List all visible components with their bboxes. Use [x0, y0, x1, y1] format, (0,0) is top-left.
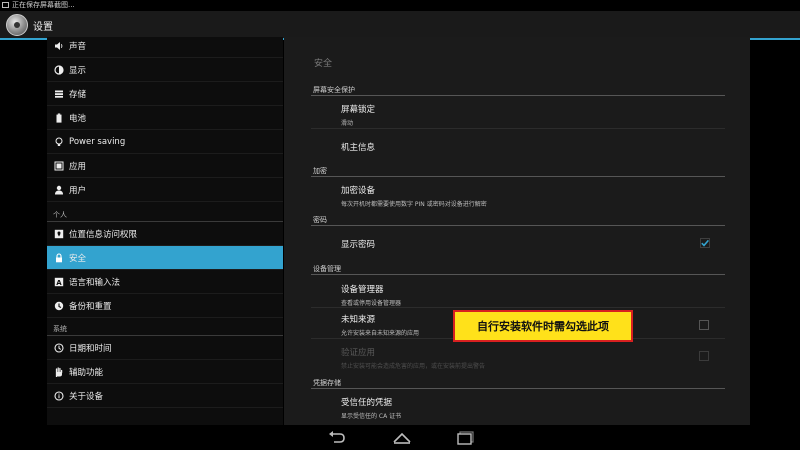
pref-title: 未知来源	[341, 315, 376, 325]
navigation-bar	[0, 425, 800, 450]
sidebar-item-label: 位置信息访问权限	[69, 229, 138, 240]
status-bar: 正在保存屏幕截图...	[0, 0, 800, 11]
divider	[311, 274, 725, 275]
divider	[311, 225, 725, 226]
home-icon[interactable]	[392, 431, 412, 445]
brightness-icon	[54, 64, 64, 75]
pref-title: 加密设备	[341, 186, 376, 196]
section-header-screen-security: 屏幕安全保护	[313, 86, 355, 94]
sidebar-item-label: 备份和重置	[69, 301, 112, 312]
pref-owner-info[interactable]: 机主信息	[341, 141, 375, 153]
pref-screen-lock[interactable]: 屏幕锁定 滑动	[341, 103, 375, 127]
sidebar-item-backup[interactable]: 备份和重置	[47, 294, 283, 318]
sidebar-item-sound[interactable]: 声音	[47, 37, 283, 58]
pref-title: 受信任的凭据	[341, 398, 393, 408]
settings-app-icon[interactable]	[6, 14, 28, 36]
sidebar-item-label: 辅助功能	[69, 367, 104, 378]
panel-title: 安全	[314, 59, 333, 69]
pref-summary: 允许安装来自未知来源的应用	[341, 330, 420, 337]
location-icon	[54, 229, 64, 239]
pref-encrypt-device[interactable]: 加密设备 每次开机时都需要使用数字 PIN 或密码对设备进行解密	[341, 184, 487, 208]
hand-icon	[54, 366, 64, 377]
back-icon[interactable]	[326, 431, 346, 445]
section-header-encryption: 加密	[313, 167, 327, 175]
divider	[311, 95, 725, 96]
pref-summary: 每次开机时都需要使用数字 PIN 或密码对设备进行解密	[341, 201, 487, 208]
pref-title: 机主信息	[341, 143, 376, 153]
apps-icon	[54, 161, 64, 171]
bulb-icon	[54, 137, 64, 147]
divider	[311, 176, 725, 177]
sidebar-item-label: 日期和时间	[69, 343, 112, 354]
screenshot-icon	[2, 2, 9, 8]
status-notification: 正在保存屏幕截图...	[12, 1, 75, 9]
clock-icon	[54, 342, 64, 353]
sidebar-item-label: 声音	[69, 41, 87, 52]
sidebar-item-users[interactable]: 用户	[47, 178, 283, 202]
section-header-personal: 个人	[53, 211, 67, 219]
recents-icon[interactable]	[456, 431, 476, 445]
show-password-checkbox[interactable]	[700, 238, 710, 248]
sidebar-item-label: 存储	[69, 89, 87, 100]
sidebar-item-label: 显示	[69, 65, 87, 76]
security-settings-panel: 安全 屏幕安全保护 屏幕锁定 滑动 机主信息 加密 加密设备 每次开机时都需要使…	[284, 37, 750, 425]
sidebar-item-label: 语言和输入法	[69, 277, 121, 288]
sidebar-item-label: 应用	[69, 161, 87, 172]
pref-device-admins[interactable]: 设备管理器 查看或停用设备管理器	[341, 283, 401, 307]
pref-show-password[interactable]: 显示密码	[341, 238, 375, 250]
divider	[311, 128, 725, 129]
lock-icon	[54, 252, 64, 263]
divider	[311, 307, 725, 308]
pref-summary: 禁止安装可能会造成危害的应用，或在安装前提出警告	[341, 363, 486, 370]
backup-icon	[54, 301, 64, 311]
pref-unknown-sources[interactable]: 未知来源 允许安装来自未知来源的应用	[341, 313, 419, 337]
volume-icon	[54, 41, 64, 51]
unknown-sources-checkbox[interactable]	[699, 320, 709, 330]
storage-icon	[54, 89, 64, 99]
pref-trusted-credentials[interactable]: 受信任的凭据 显示受信任的 CA 证书	[341, 396, 401, 420]
pref-summary: 查看或停用设备管理器	[341, 300, 402, 307]
pref-summary: 显示受信任的 CA 证书	[341, 413, 402, 420]
sidebar-item-display[interactable]: 显示	[47, 58, 283, 82]
annotation-callout: 自行安装软件时需勾选此项	[453, 310, 633, 342]
section-header-device-admin: 设备管理	[313, 265, 341, 273]
action-bar: 设置	[0, 11, 800, 40]
pref-title: 设备管理器	[341, 285, 384, 295]
pref-verify-apps: 验证应用 禁止安装可能会造成危害的应用，或在安装前提出警告	[341, 346, 485, 370]
pref-title: 验证应用	[341, 348, 376, 358]
language-icon: A	[54, 277, 64, 287]
info-icon	[54, 390, 64, 401]
divider	[311, 388, 725, 389]
sidebar-item-language[interactable]: A 语言和输入法	[47, 270, 283, 294]
pref-summary: 滑动	[341, 120, 354, 127]
sidebar-item-about[interactable]: 关于设备	[47, 384, 283, 408]
sidebar-item-label: 电池	[69, 113, 87, 124]
sidebar-item-date-time[interactable]: 日期和时间	[47, 336, 283, 360]
verify-apps-checkbox	[699, 351, 709, 361]
sidebar-item-label: 关于设备	[69, 391, 104, 402]
pref-title: 屏幕锁定	[341, 105, 376, 115]
sidebar-item-security[interactable]: 安全	[47, 246, 283, 270]
page-title: 设置	[33, 22, 53, 33]
settings-sidebar: 声音 显示 存储 电池 Power saving 应用 用户 个人 位置信息访问…	[47, 37, 283, 425]
section-header-system: 系统	[53, 325, 67, 333]
sidebar-item-label: 安全	[69, 253, 87, 264]
section-header-credential-storage: 凭据存储	[313, 379, 341, 387]
sidebar-item-power-saving[interactable]: Power saving	[47, 130, 283, 154]
sidebar-item-label: Power saving	[69, 136, 126, 147]
section-header-passwords: 密码	[313, 216, 327, 224]
svg-text:A: A	[56, 279, 62, 287]
sidebar-item-location[interactable]: 位置信息访问权限	[47, 222, 283, 246]
sidebar-item-label: 用户	[69, 185, 87, 196]
sidebar-item-battery[interactable]: 电池	[47, 106, 283, 130]
sidebar-item-accessibility[interactable]: 辅助功能	[47, 360, 283, 384]
user-icon	[54, 185, 64, 195]
sidebar-item-storage[interactable]: 存储	[47, 82, 283, 106]
pref-title: 显示密码	[341, 240, 376, 250]
sidebar-item-apps[interactable]: 应用	[47, 154, 283, 178]
battery-icon	[54, 113, 64, 123]
